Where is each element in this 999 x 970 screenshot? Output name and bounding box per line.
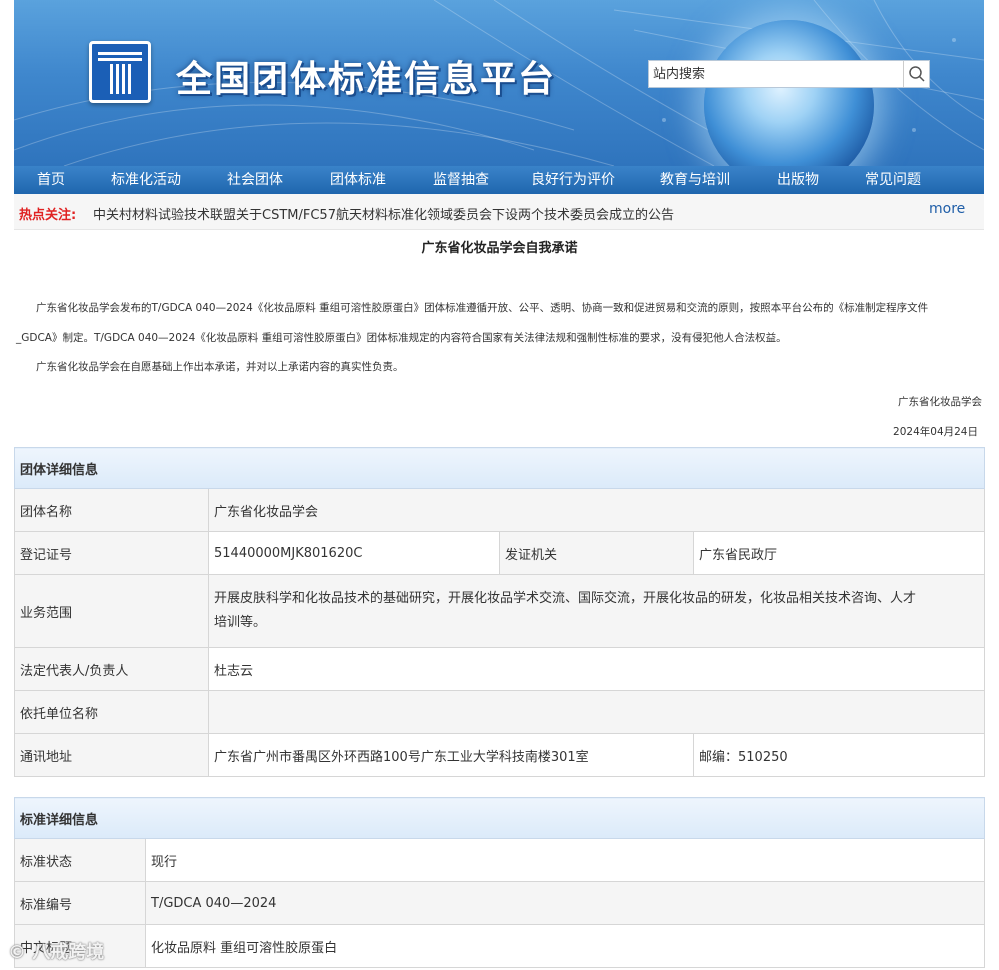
nav-item-education-training[interactable]: 教育与培训 — [634, 166, 756, 194]
table-row: 依托单位名称 — [14, 690, 986, 734]
supporting-unit-value — [207, 690, 986, 734]
standard-info-table: 标准详细信息 标准状态 现行 标准编号 T/GDCA 040—2024 中文标题… — [13, 797, 986, 968]
nav-item-social-groups[interactable]: 社会团体 — [204, 166, 306, 194]
table-row: 标准编号 T/GDCA 040—2024 — [14, 881, 986, 925]
commitment-date: 2024年04月24日 — [893, 426, 978, 438]
field-label: 标准状态 — [14, 838, 146, 882]
field-label: 法定代表人/负责人 — [14, 647, 209, 691]
registration-number-value: 51440000MJK801620C — [208, 531, 500, 575]
nav-item-standardization-activities[interactable]: 标准化活动 — [88, 166, 204, 194]
table-header-row: 团体详细信息 — [13, 447, 986, 489]
field-label: 业务范围 — [14, 574, 209, 648]
field-label: 通讯地址 — [14, 733, 209, 777]
search-input[interactable] — [649, 61, 905, 87]
site-logo[interactable] — [89, 41, 151, 103]
nav-item-group-standards[interactable]: 团体标准 — [306, 166, 410, 194]
representative-value: 杜志云 — [207, 647, 986, 691]
hot-topics-label: 热点关注: — [19, 208, 77, 223]
standard-info-heading: 标准详细信息 — [13, 797, 986, 839]
site-title: 全国团体标准信息平台 — [176, 59, 557, 100]
commitment-paragraph-line: _GDCA》制定。T/GDCA 040—2024《化妆品原料 重组可溶性胶原蛋白… — [16, 332, 787, 344]
chinese-title-value: 化妆品原料 重组可溶性胶原蛋白 — [144, 924, 986, 968]
commitment-paragraph-line: 广东省化妆品学会在自愿基础上作出本承诺，并对以上承诺内容的真实性负责。 — [36, 361, 404, 373]
table-header-row: 标准详细信息 — [13, 797, 986, 839]
nav-item-publications[interactable]: 出版物 — [756, 166, 840, 194]
hot-topics-bar: 热点关注: 中关村材料试验技术联盟关于CSTM/FC57航天材料标准化领域委员会… — [14, 194, 984, 230]
nav-item-supervision[interactable]: 监督抽查 — [410, 166, 512, 194]
table-row: 业务范围 开展皮肤科学和化妆品技术的基础研究，开展化妆品学术交流、国际交流，开展… — [14, 574, 986, 648]
commitment-signer: 广东省化妆品学会 — [898, 396, 982, 408]
field-label: 团体名称 — [14, 488, 209, 532]
main-nav: 首页 标准化活动 社会团体 团体标准 监督抽查 良好行为评价 教育与培训 出版物… — [14, 166, 984, 194]
search-icon — [908, 66, 925, 82]
field-label: 依托单位名称 — [14, 690, 209, 734]
table-row: 标准状态 现行 — [14, 838, 986, 882]
standard-code-value: T/GDCA 040—2024 — [144, 881, 986, 925]
group-info-heading: 团体详细信息 — [13, 447, 986, 489]
table-row: 团体名称 广东省化妆品学会 — [14, 488, 986, 532]
postcode-value: 邮编：510250 — [692, 733, 986, 777]
table-row: 法定代表人/负责人 杜志云 — [14, 647, 986, 691]
group-info-table: 团体详细信息 团体名称 广东省化妆品学会 登记证号 51440000MJK801… — [13, 447, 986, 777]
search-box — [648, 60, 930, 88]
more-link[interactable]: more — [929, 201, 965, 217]
watermark: © 八戒跨境 — [8, 942, 105, 963]
nav-item-good-behavior[interactable]: 良好行为评价 — [512, 166, 634, 194]
table-row: 通讯地址 广东省广州市番禺区外环西路100号广东工业大学科技南楼301室 邮编：… — [14, 733, 986, 777]
issuer-value: 广东省民政厅 — [692, 531, 986, 575]
nav-item-faq[interactable]: 常见问题 — [840, 166, 946, 194]
field-label: 登记证号 — [14, 531, 209, 575]
table-row: 中文标题 化妆品原料 重组可溶性胶原蛋白 — [14, 924, 986, 968]
field-label: 发证机关 — [499, 531, 694, 575]
nav-item-home[interactable]: 首页 — [14, 166, 88, 194]
group-name-value: 广东省化妆品学会 — [207, 488, 986, 532]
hot-topic-link[interactable]: 中关村材料试验技术联盟关于CSTM/FC57航天材料标准化领域委员会下设两个技术… — [93, 204, 674, 223]
business-scope-value: 开展皮肤科学和化妆品技术的基础研究，开展化妆品学术交流、国际交流，开展化妆品的研… — [207, 574, 986, 648]
standard-status-value: 现行 — [144, 838, 986, 882]
business-scope-line: 培训等。 — [214, 615, 267, 630]
commitment-paragraph-line: 广东省化妆品学会发布的T/GDCA 040—2024《化妆品原料 重组可溶性胶原… — [36, 302, 929, 314]
commitment-title: 广东省化妆品学会自我承诺 — [421, 241, 578, 256]
business-scope-line: 开展皮肤科学和化妆品技术的基础研究，开展化妆品学术交流、国际交流，开展化妆品的研… — [214, 591, 917, 606]
logo-icon — [98, 52, 142, 94]
table-row: 登记证号 51440000MJK801620C 发证机关 广东省民政厅 — [14, 531, 986, 575]
address-value: 广东省广州市番禺区外环西路100号广东工业大学科技南楼301室 — [208, 733, 694, 777]
field-label: 标准编号 — [14, 881, 146, 925]
search-button[interactable] — [903, 61, 929, 87]
